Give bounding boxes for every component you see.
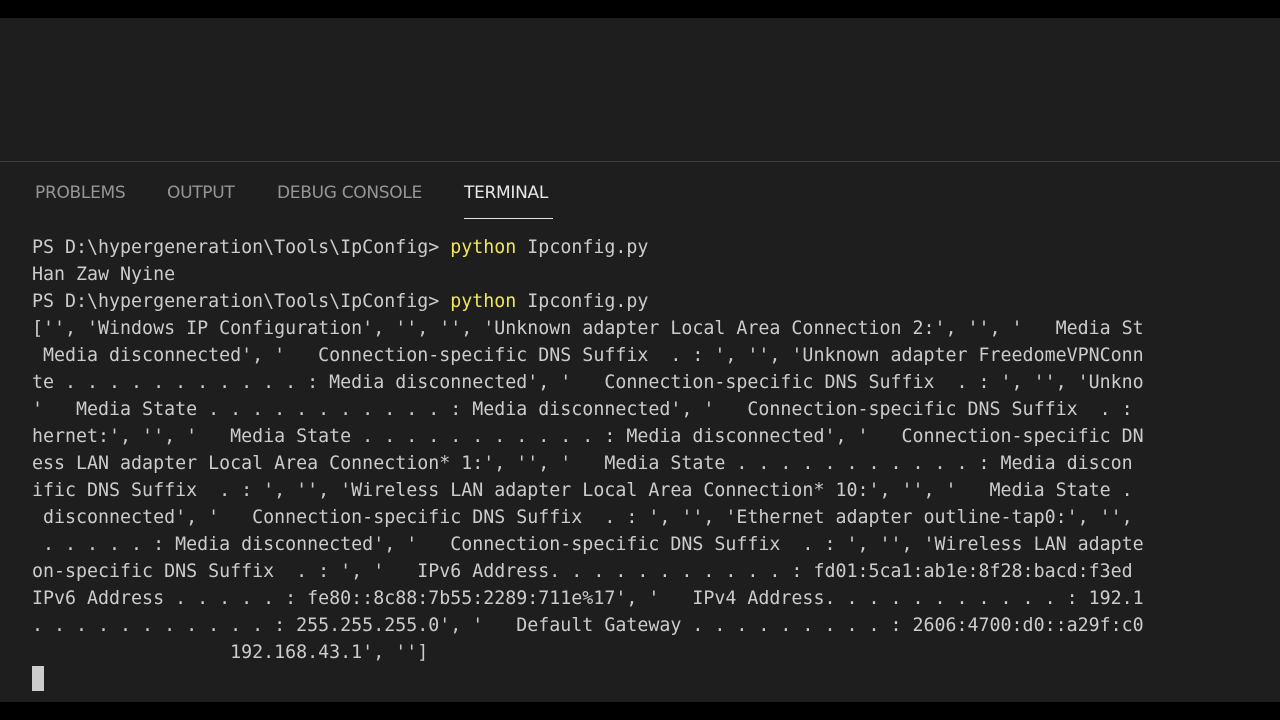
terminal-line: IPv6 Address . . . . . : fe80::8c88:7b55… xyxy=(32,588,1144,609)
panel-tabs: PROBLEMS OUTPUT DEBUG CONSOLE TERMINAL xyxy=(0,162,1280,220)
terminal-line: PS D:\hypergeneration\Tools\IpConfig> py… xyxy=(32,288,1280,315)
tab-problems[interactable]: PROBLEMS xyxy=(35,182,126,220)
terminal-line: Han Zaw Nyine xyxy=(32,264,176,285)
command-args: Ipconfig.py xyxy=(516,237,649,258)
terminal-line: ['', 'Windows IP Configuration', '', '',… xyxy=(32,318,1144,339)
editor-area xyxy=(0,18,1280,161)
bottom-letterbox xyxy=(0,702,1280,720)
terminal-line: disconnected', ' Connection-specific DNS… xyxy=(32,507,1133,528)
active-tab-indicator xyxy=(464,218,553,219)
terminal-line: ess LAN adapter Local Area Connection* 1… xyxy=(32,453,1133,474)
bottom-panel: PROBLEMS OUTPUT DEBUG CONSOLE TERMINAL P… xyxy=(0,161,1280,702)
terminal-line: PS D:\hypergeneration\Tools\IpConfig> py… xyxy=(32,234,1280,261)
terminal-line: ific DNS Suffix . : ', '', 'Wireless LAN… xyxy=(32,480,1133,501)
terminal-output[interactable]: PS D:\hypergeneration\Tools\IpConfig> py… xyxy=(32,234,1280,694)
prompt: PS D:\hypergeneration\Tools\IpConfig> xyxy=(32,237,451,258)
screen: PROBLEMS OUTPUT DEBUG CONSOLE TERMINAL P… xyxy=(0,0,1280,720)
command-keyword: python xyxy=(450,237,517,258)
tab-debug-console[interactable]: DEBUG CONSOLE xyxy=(277,182,422,220)
terminal-cursor xyxy=(32,666,44,691)
terminal-line: 192.168.43.1', ''] xyxy=(32,642,429,663)
terminal-line: . . . . . . . . . . . : 255.255.255.0', … xyxy=(32,615,1144,636)
terminal-line: ' Media State . . . . . . . . . . . : Me… xyxy=(32,399,1133,420)
tab-terminal[interactable]: TERMINAL xyxy=(464,182,553,220)
terminal-line: te . . . . . . . . . . . : Media disconn… xyxy=(32,372,1144,393)
tab-output[interactable]: OUTPUT xyxy=(167,182,235,220)
terminal-line xyxy=(32,666,1280,693)
command-keyword: python xyxy=(450,291,517,312)
terminal-line: on-specific DNS Suffix . : ', ' IPv6 Add… xyxy=(32,561,1133,582)
terminal-line: Media disconnected', ' Connection-specif… xyxy=(32,345,1144,366)
tab-terminal-label: TERMINAL xyxy=(464,183,549,203)
terminal-line: hernet:', '', ' Media State . . . . . . … xyxy=(32,426,1144,447)
terminal-line: . . . . . : Media disconnected', ' Conne… xyxy=(32,534,1144,555)
command-args: Ipconfig.py xyxy=(516,291,649,312)
prompt: PS D:\hypergeneration\Tools\IpConfig> xyxy=(32,291,451,312)
